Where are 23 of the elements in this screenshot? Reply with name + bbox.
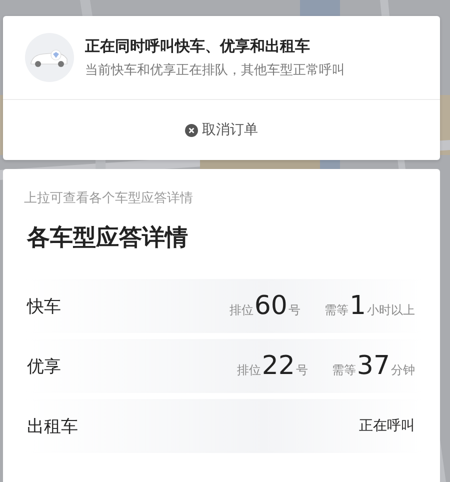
wait-label: 需等 [324, 302, 348, 319]
car-type-name: 出租车 [27, 416, 78, 438]
queue-label: 排位 [236, 362, 261, 379]
queue-unit: 号 [288, 302, 300, 319]
car-type-name: 快车 [27, 296, 61, 318]
wait-unit: 分钟 [391, 362, 415, 379]
queue-unit: 号 [296, 362, 308, 379]
wait-label: 需等 [332, 362, 356, 379]
wait-number: 1 [349, 291, 366, 321]
close-icon [185, 124, 198, 136]
queue-number: 22 [262, 351, 295, 381]
hint-text: 上拉可查看各个车型应答详情 [24, 190, 194, 207]
queue-number: 60 [254, 291, 288, 321]
cancel-order-button[interactable]: 取消订单 [185, 121, 258, 139]
wait-number: 37 [356, 351, 390, 381]
banner-subtitle: 当前快车和优享正在排队，其他车型正常呼叫 [85, 62, 345, 78]
call-status: 正在呼叫 [359, 417, 415, 435]
car-icon [25, 33, 74, 82]
wait-unit: 小时以上 [367, 302, 415, 319]
queue-label: 排位 [229, 302, 254, 319]
car-type-name: 优享 [27, 356, 61, 378]
panel-title: 各车型应答详情 [27, 224, 189, 253]
banner-title: 正在同时呼叫快车、优享和出租车 [85, 36, 311, 56]
